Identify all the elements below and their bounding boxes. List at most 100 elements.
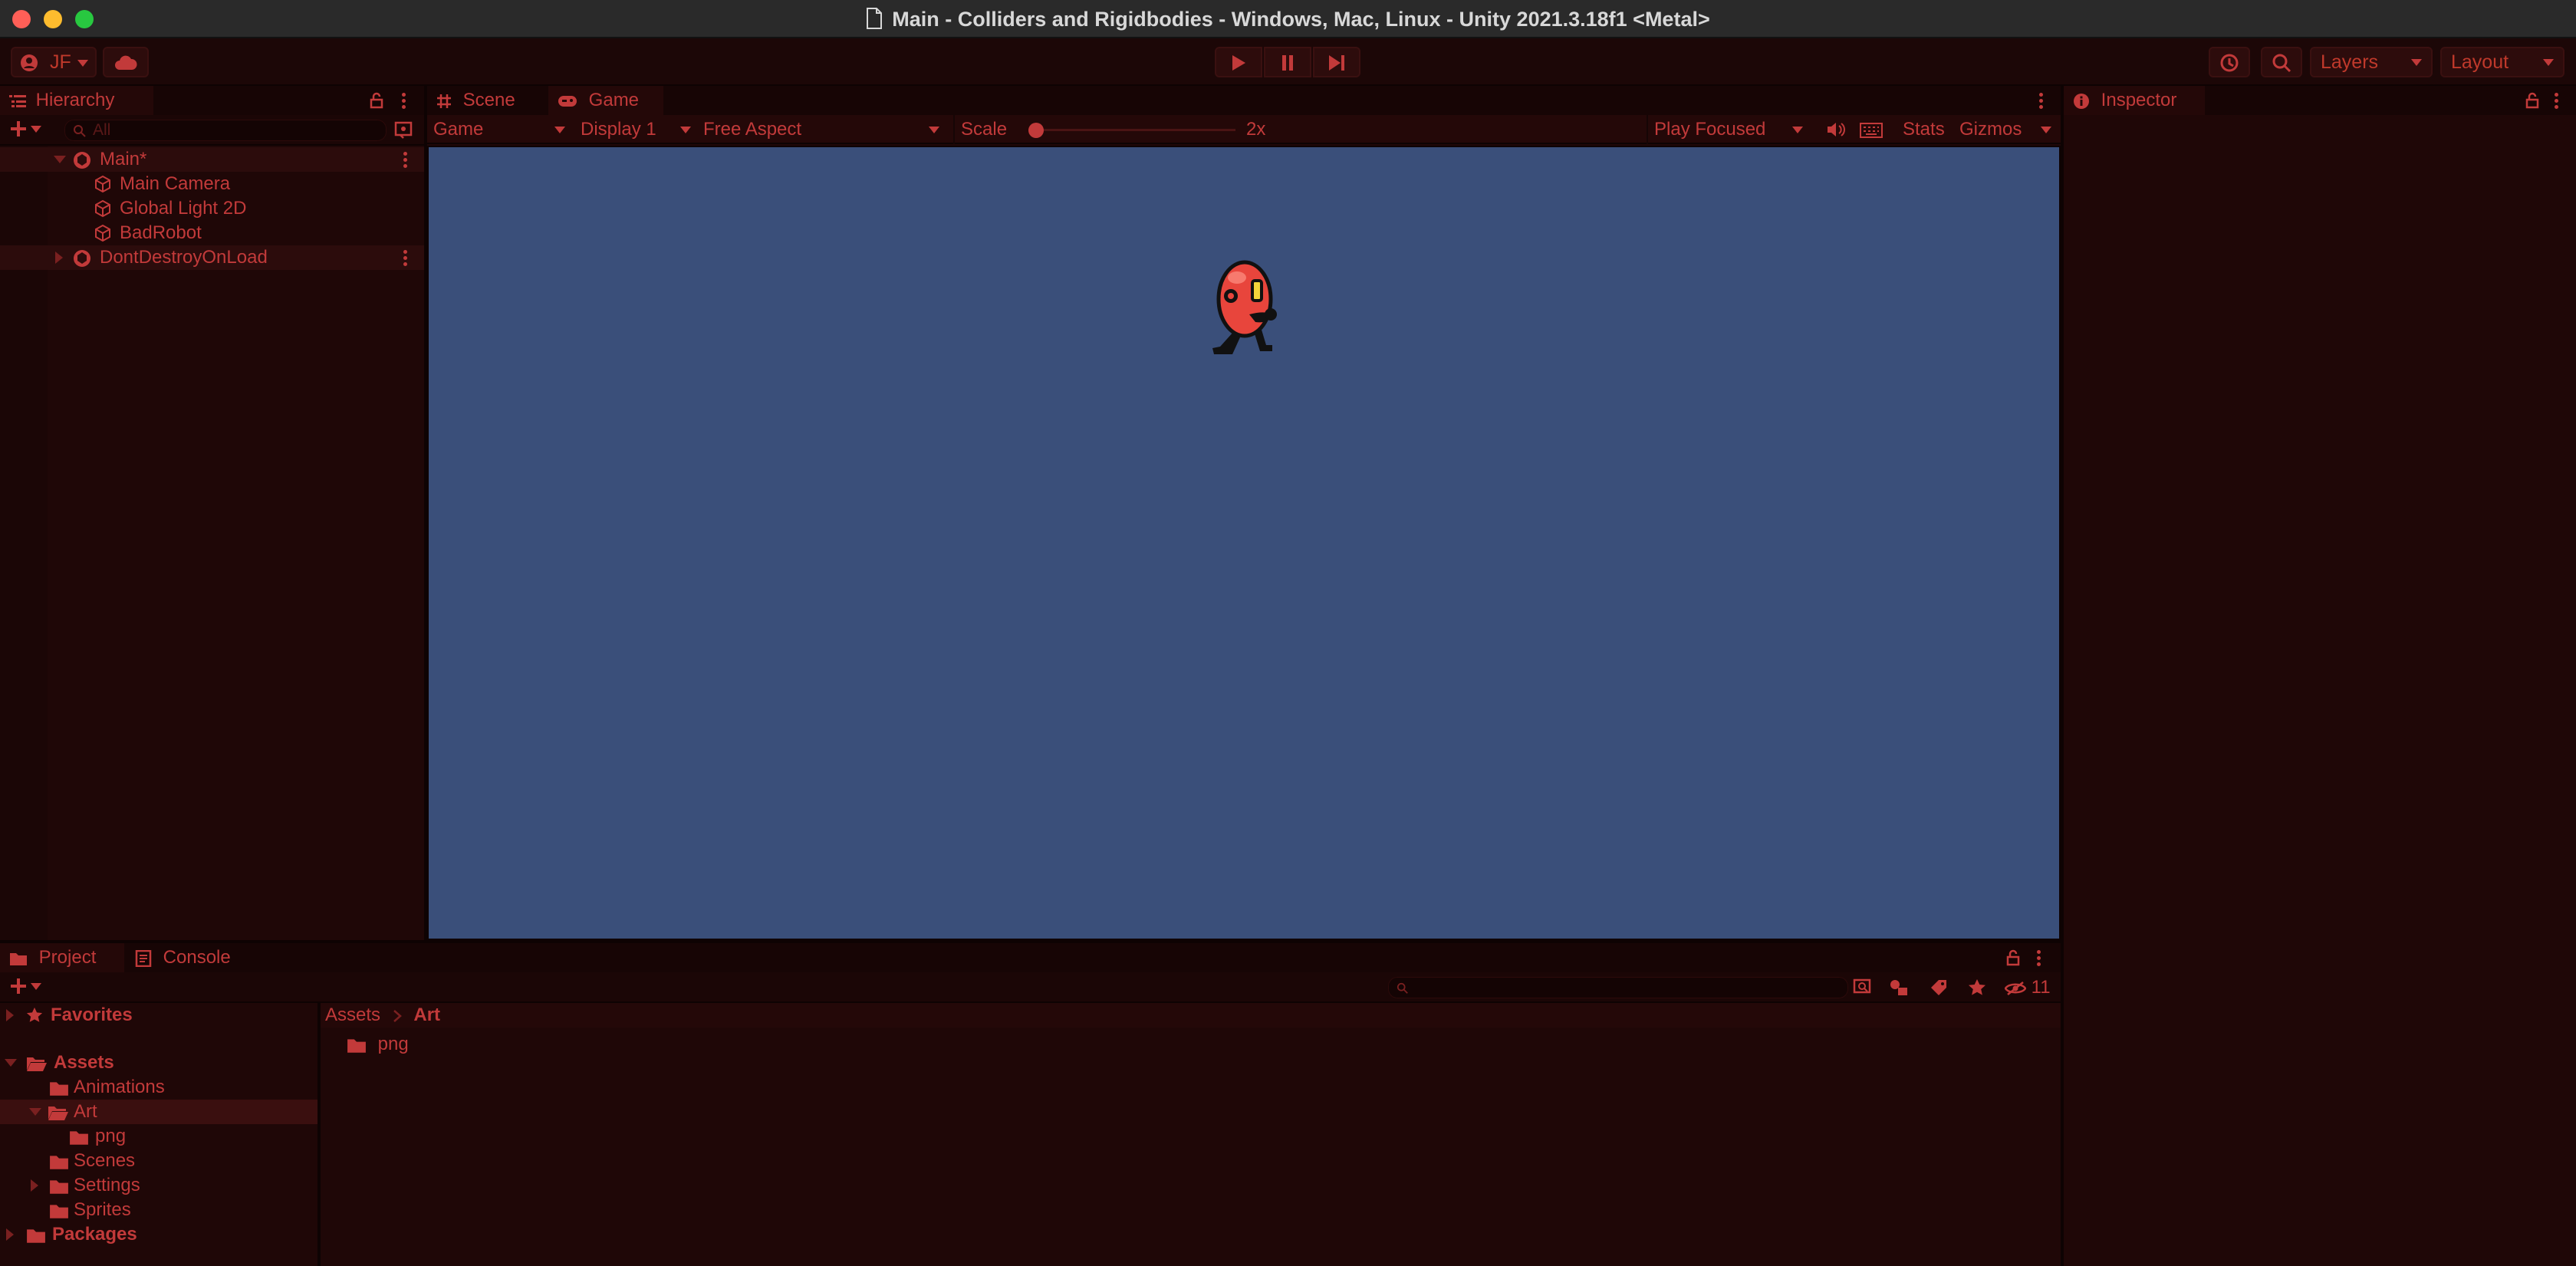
scale-slider-track[interactable] (1028, 129, 1235, 131)
gizmos-label: Gizmos (1959, 119, 2022, 140)
game-panel-menu-icon[interactable] (2039, 93, 2044, 110)
scene-visibility-icon[interactable] (394, 121, 414, 140)
hierarchy-menu-icon[interactable] (402, 93, 406, 110)
account-label: JF (49, 51, 71, 73)
scene-menu-icon[interactable] (403, 152, 408, 169)
undo-history-button[interactable] (2209, 47, 2250, 77)
play-mode-label: Play Focused (1654, 119, 1766, 140)
search-icon (74, 125, 86, 137)
folder-icon (50, 1180, 68, 1194)
plus-icon (11, 978, 26, 994)
tab-inspector[interactable]: Inspector (2064, 86, 2205, 115)
hierarchy-item-dontdestroyonload[interactable]: DontDestroyOnLoad (0, 245, 424, 270)
tree-item-label: Packages (52, 1224, 137, 1245)
step-button[interactable] (1313, 47, 1360, 77)
unity-scene-icon (74, 152, 90, 169)
gameobject-cube-icon (95, 175, 110, 193)
expand-caret-icon[interactable] (31, 1179, 38, 1192)
hierarchy-item-global-light[interactable]: Global Light 2D (0, 196, 424, 221)
asset-item-label: png (377, 1034, 409, 1054)
expand-caret-icon[interactable] (6, 1228, 14, 1241)
hierarchy-item-main-camera[interactable]: Main Camera (0, 172, 424, 196)
tree-item-packages[interactable]: Packages (0, 1222, 317, 1247)
layout-dropdown[interactable]: Layout (2440, 47, 2564, 77)
tree-item-art[interactable]: Art (0, 1100, 317, 1124)
tab-console[interactable]: Console (126, 943, 256, 972)
expand-caret-icon[interactable] (29, 1108, 41, 1116)
hierarchy-search-input[interactable]: All (64, 120, 387, 141)
star-icon[interactable] (1968, 978, 1986, 997)
account-dropdown[interactable]: JF (11, 47, 97, 77)
aspect-dropdown[interactable]: Free Aspect (703, 115, 947, 144)
hierarchy-item-main-scene[interactable]: Main* (0, 147, 424, 172)
inspector-menu-icon[interactable] (2555, 93, 2559, 110)
window-title: Main - Colliders and Rigidbodies - Windo… (0, 0, 2576, 38)
folder-icon (27, 1229, 45, 1243)
inspector-tab-label: Inspector (2101, 90, 2177, 110)
search-button[interactable] (2261, 47, 2302, 77)
gameobject-cube-icon (95, 199, 110, 218)
inspector-tabbar: Inspector (2064, 86, 2576, 115)
hierarchy-item-badrobot[interactable]: BadRobot (0, 221, 424, 245)
star-icon (26, 1007, 43, 1022)
tab-hierarchy[interactable]: Hierarchy (0, 86, 153, 115)
audio-mute-icon[interactable] (1826, 121, 1846, 138)
tree-item-settings[interactable]: Settings (0, 1173, 317, 1198)
hierarchy-item-label: BadRobot (120, 222, 202, 243)
tab-project[interactable]: Project (0, 943, 124, 972)
breadcrumb-assets[interactable]: Assets (325, 1005, 380, 1025)
scene-menu-icon[interactable] (403, 250, 408, 267)
project-menu-icon[interactable] (2037, 950, 2041, 967)
gizmos-dropdown[interactable]: Gizmos (1959, 115, 2051, 144)
display-dropdown[interactable]: Display 1 (581, 115, 696, 144)
tree-item-sprites[interactable]: Sprites (0, 1198, 317, 1222)
filter-by-type-icon[interactable] (1888, 978, 1910, 997)
tree-item-assets[interactable]: Assets (0, 1051, 317, 1075)
search-icon (1397, 982, 1408, 994)
search-placeholder: All (93, 121, 111, 139)
expand-caret-icon[interactable] (5, 1059, 17, 1067)
account-icon (21, 54, 38, 72)
project-toolbar: 11 (0, 972, 2061, 1003)
expand-caret-icon[interactable] (54, 156, 66, 163)
tab-scene[interactable]: Scene (427, 86, 547, 115)
breadcrumb-art[interactable]: Art (413, 1005, 440, 1025)
play-button[interactable] (1215, 47, 1262, 77)
tree-item-animations[interactable]: Animations (0, 1075, 317, 1100)
layers-label: Layers (2321, 51, 2379, 73)
tree-item-favorites[interactable]: Favorites (0, 1003, 317, 1028)
project-search-input[interactable] (1388, 977, 1848, 998)
hidden-packages-toggle[interactable]: 11 (2005, 972, 2051, 1003)
tree-item-scenes[interactable]: Scenes (0, 1149, 317, 1173)
layout-label: Layout (2451, 51, 2509, 73)
create-dropdown[interactable] (9, 120, 52, 141)
expand-caret-icon[interactable] (55, 252, 63, 264)
tree-item-label: png (95, 1126, 127, 1146)
tab-label: Scene (462, 90, 515, 110)
create-asset-dropdown[interactable] (9, 977, 52, 998)
filter-by-label-icon[interactable] (1930, 978, 1948, 997)
search-by-type-icon[interactable] (1853, 978, 1873, 997)
game-view-toolbar: Game Display 1 Free Aspect Scale 2x Play… (427, 115, 2061, 144)
keyboard-shortcuts-icon[interactable] (1860, 123, 1883, 138)
tree-item-png[interactable]: png (0, 1124, 317, 1149)
tree-item-label: Scenes (74, 1150, 136, 1171)
lock-icon[interactable] (370, 92, 383, 109)
expand-caret-icon[interactable] (6, 1009, 14, 1021)
hierarchy-item-label: DontDestroyOnLoad (100, 247, 268, 268)
lock-icon[interactable] (2525, 92, 2539, 109)
stats-label: Stats (1903, 119, 1945, 140)
pause-button[interactable] (1264, 47, 1311, 77)
cloud-button[interactable] (103, 47, 149, 77)
scale-slider-handle[interactable] (1028, 123, 1044, 138)
game-viewport[interactable] (427, 146, 2061, 940)
layers-dropdown[interactable]: Layers (2310, 47, 2433, 77)
play-mode-dropdown[interactable]: Play Focused (1647, 115, 1806, 144)
bad-robot-sprite (1212, 260, 1277, 354)
stats-toggle[interactable]: Stats (1903, 115, 1945, 144)
lock-icon[interactable] (2006, 949, 2020, 966)
asset-item-png-folder[interactable]: png (347, 1032, 409, 1057)
game-view-dropdown[interactable]: Game (433, 115, 571, 144)
chevron-right-icon (393, 1009, 402, 1022)
tab-game[interactable]: Game (548, 86, 663, 115)
